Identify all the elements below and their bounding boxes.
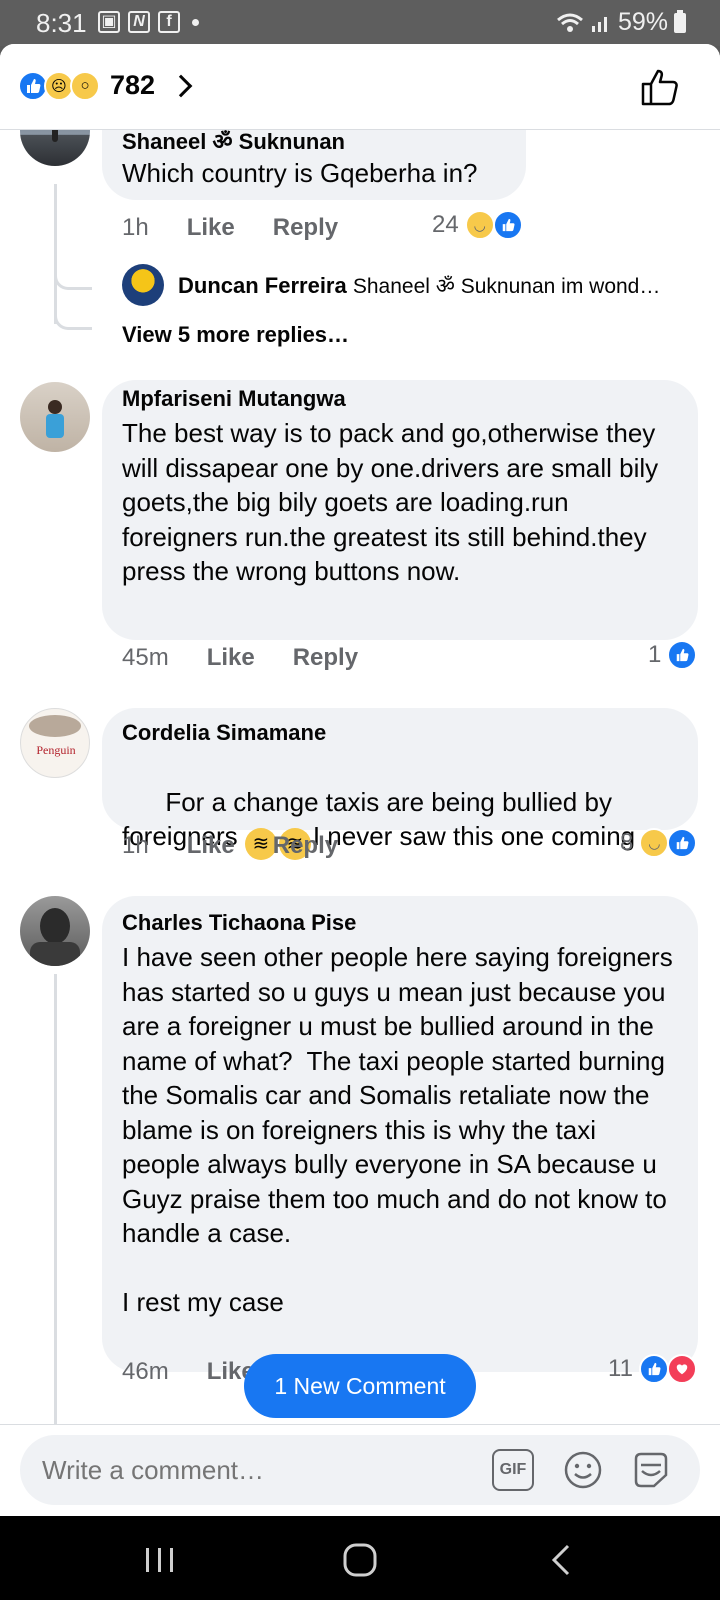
back-button[interactable] [540, 1538, 584, 1582]
reaction-count: 24 [432, 211, 459, 238]
comment-actions: 1h Like Reply [122, 832, 376, 860]
comment-reactions[interactable]: 1 [648, 640, 698, 670]
avatar[interactable]: Penguin [20, 708, 90, 778]
sticker-icon[interactable] [630, 1449, 672, 1491]
avatar[interactable] [20, 382, 90, 452]
love-reaction-icon [666, 1354, 697, 1384]
thread-line [54, 974, 57, 1424]
comment-time[interactable]: 1h [122, 832, 149, 860]
comment-actions: 1h Like Reply [122, 214, 376, 242]
like-reaction-icon [667, 828, 698, 858]
reply-button[interactable]: Reply [273, 832, 338, 860]
recent-apps-button[interactable] [138, 1538, 182, 1582]
facebook-icon: f [158, 11, 180, 33]
thread-connector [54, 254, 92, 290]
chevron-right-icon [169, 74, 193, 97]
comment-reactions[interactable]: 8 ◡ [620, 828, 698, 858]
wow-reaction-icon: ○ [70, 70, 100, 101]
comment-time[interactable]: 46m [122, 1358, 169, 1386]
view-more-replies-link[interactable]: View 5 more replies… [122, 322, 349, 348]
reaction-count: 8 [620, 829, 634, 856]
wifi-icon [556, 13, 583, 32]
reply-avatar[interactable] [122, 264, 164, 306]
n-app-icon: N [128, 11, 150, 33]
comment-composer: GIF [0, 1424, 720, 1516]
like-reaction-icon [667, 640, 698, 670]
comment-text: Which country is Gqeberha in? [122, 158, 478, 188]
like-button[interactable]: Like [187, 832, 235, 860]
reaction-count: 11 [608, 1355, 633, 1382]
haha-reaction-icon: ◡ [639, 828, 670, 858]
gif-label: GIF [499, 1461, 527, 1478]
avatar-label: Penguin [36, 743, 76, 757]
comment-actions: 45m Like Reply [122, 644, 396, 672]
status-time: 8:31 [36, 8, 87, 38]
composer-field[interactable]: GIF [20, 1435, 700, 1505]
new-comment-pill[interactable]: 1 New Comment [244, 1354, 476, 1418]
emoji-icon[interactable] [562, 1449, 604, 1491]
like-button[interactable]: Like [187, 214, 235, 242]
like-post-button[interactable] [640, 68, 680, 106]
reply-preview[interactable]: Duncan Ferreira Shaneel ॐ Suknunan im wo… [178, 272, 698, 300]
reply-button[interactable]: Reply [273, 214, 338, 242]
sheet-header: ☹ ○ 782 [0, 44, 720, 130]
reply-text: Shaneel ॐ Suknunan im wond… [352, 275, 661, 298]
comment-text: For a change taxis are being bullied by … [122, 750, 682, 895]
thread-connector [54, 294, 92, 330]
comment-text: I have seen other people here saying for… [122, 942, 673, 1317]
system-nav-bar [0, 1516, 720, 1600]
haha-reaction-icon: ◡ [464, 210, 495, 240]
notification-icons: ▣ N f [98, 11, 199, 33]
comments-sheet: ☹ ○ 782 Shaneel ॐ Suknunan Which country… [0, 44, 720, 1516]
reply-author: Duncan Ferreira [178, 273, 347, 298]
home-button[interactable] [338, 1538, 382, 1582]
battery-icon [674, 9, 686, 33]
battery-percent: 59% [617, 8, 668, 36]
signal-icon [591, 16, 607, 32]
comment-author[interactable]: Charles Tichaona Pise [122, 910, 356, 936]
comment-reactions[interactable]: 11 [608, 1354, 697, 1384]
reaction-count: 1 [648, 641, 662, 668]
reply-button[interactable]: Reply [293, 644, 358, 672]
gallery-icon: ▣ [98, 11, 120, 33]
status-right: 59% [556, 8, 686, 37]
comment-author[interactable]: Cordelia Simamane [122, 720, 326, 746]
comment-text: The best way is to pack and go,otherwise… [122, 418, 666, 586]
comment-time[interactable]: 45m [122, 644, 169, 672]
like-reaction-icon [492, 210, 523, 240]
more-notifications-dot [192, 18, 199, 26]
comment-reactions[interactable]: 24 ◡ [432, 210, 523, 240]
comment-author[interactable]: Shaneel ॐ Suknunan [122, 126, 345, 156]
like-reaction-icon [638, 1354, 669, 1384]
avatar[interactable] [20, 896, 90, 966]
comment-input[interactable] [42, 1455, 462, 1486]
reactions-summary[interactable]: ☹ ○ 782 [18, 70, 193, 101]
comment-time[interactable]: 1h [122, 214, 149, 242]
reaction-count: 782 [110, 70, 156, 100]
like-button[interactable]: Like [207, 644, 255, 672]
status-bar: 8:31 ▣ N f 59% [0, 0, 720, 46]
gif-button[interactable]: GIF [492, 1449, 534, 1491]
comment-author[interactable]: Mpfariseni Mutangwa [122, 386, 346, 412]
